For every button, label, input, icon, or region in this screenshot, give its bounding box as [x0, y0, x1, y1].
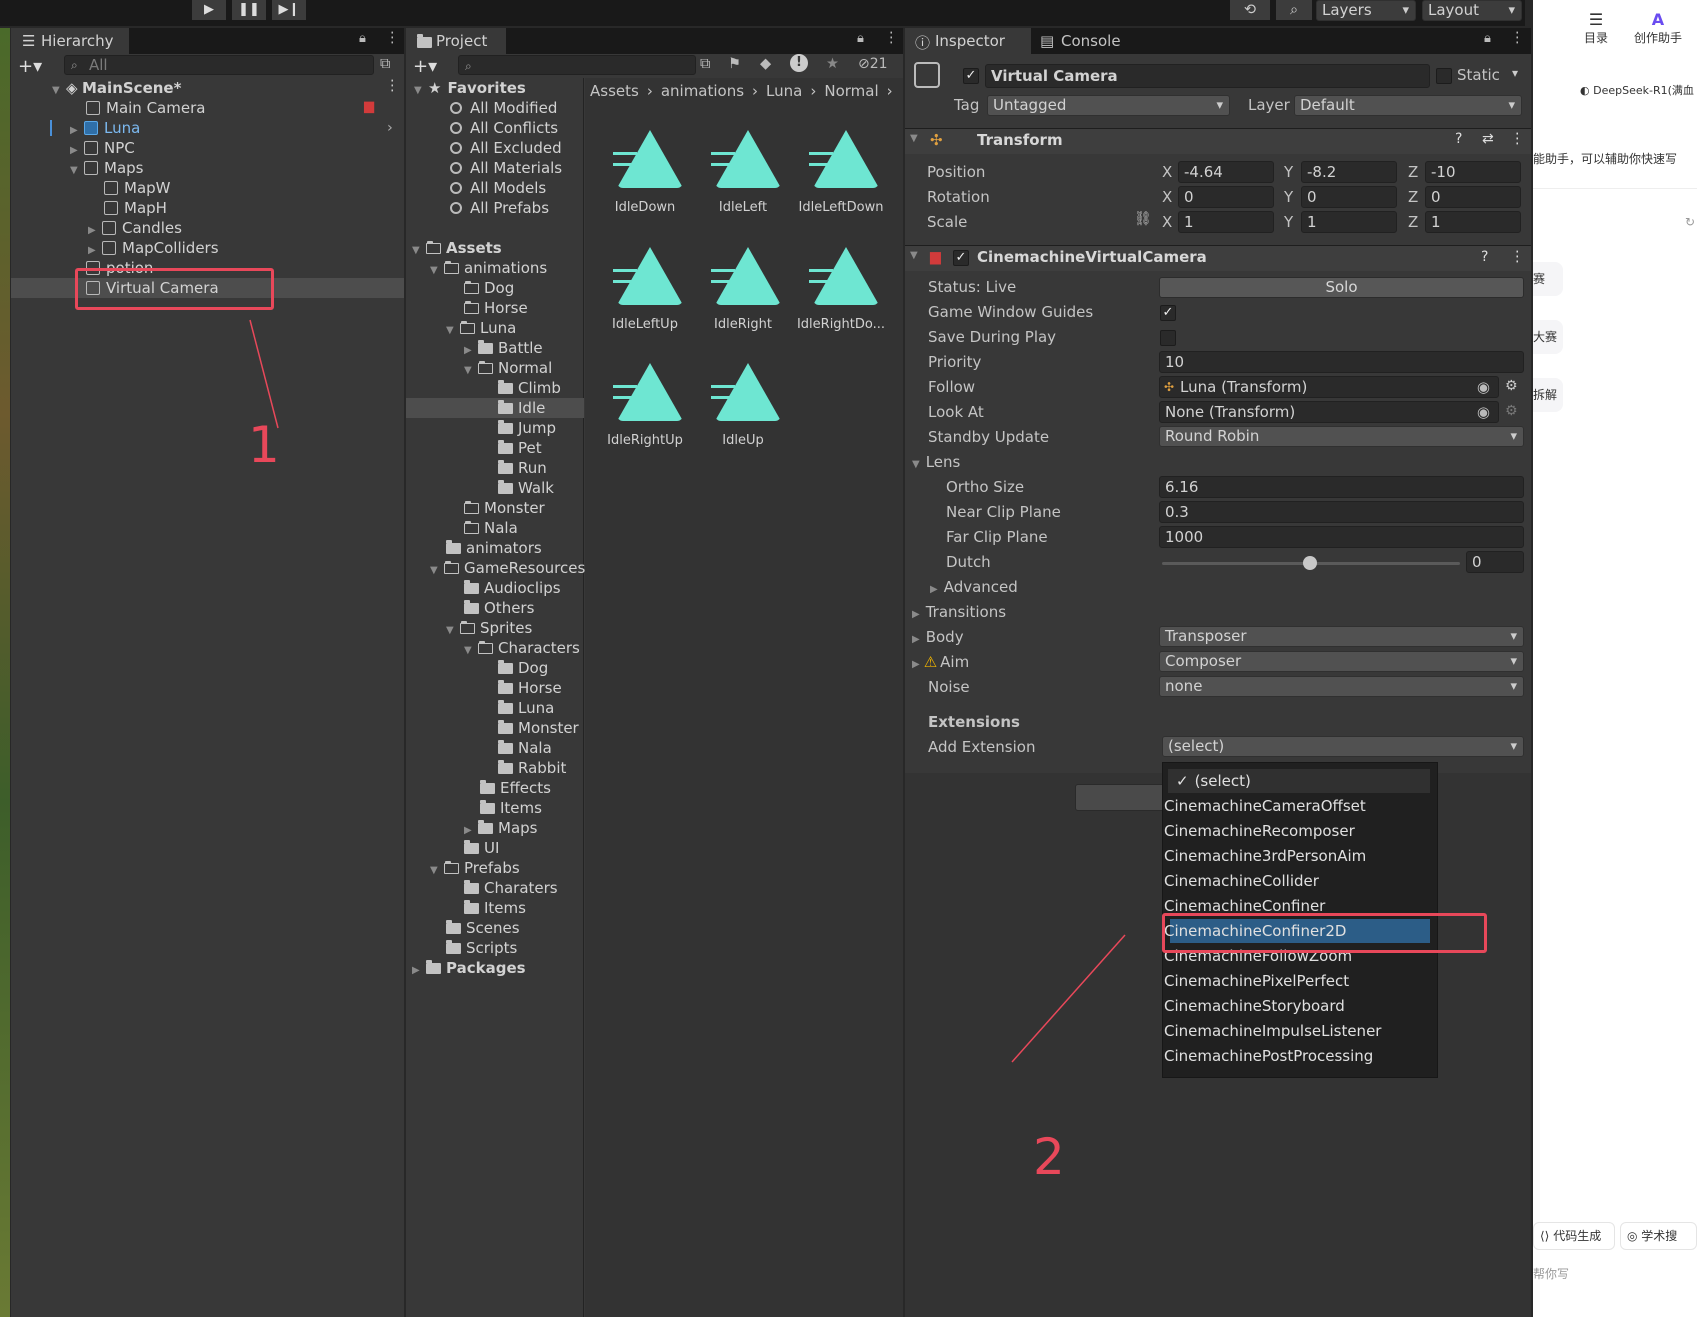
list-icon: ☰	[1588, 10, 1604, 29]
annotation-line-2	[1011, 934, 1126, 1063]
whale-icon: ◐	[1580, 84, 1594, 97]
chip[interactable]: 大赛	[1533, 320, 1563, 354]
annotation-line-1	[249, 319, 279, 429]
code-gen-chip[interactable]: ⟨⟩ 代码生成	[1533, 1222, 1615, 1250]
assistant-label: 创作助手	[1633, 31, 1682, 45]
academic-icon: ◎	[1627, 1229, 1642, 1243]
assistant-text: 能助手，可以辅助你快速写	[1533, 152, 1678, 166]
browser-sidebar	[1533, 0, 1697, 1317]
chat-input-placeholder[interactable]: 帮你写	[1533, 1265, 1569, 1282]
toc-label: 目录	[1583, 31, 1608, 45]
divider	[1533, 188, 1697, 189]
chip[interactable]: 赛	[1533, 262, 1563, 296]
code-icon: ⟨⟩	[1540, 1229, 1554, 1243]
annotation-arrows	[249, 319, 1126, 1063]
assistant-button[interactable]: A 创作助手	[1628, 10, 1688, 46]
toc-button[interactable]: ☰ 目录	[1576, 10, 1616, 46]
chip[interactable]: 拆解	[1533, 378, 1563, 412]
annotation-number-2: 2	[1033, 1128, 1065, 1186]
model-label: ◐ DeepSeek-R1(满血	[1580, 84, 1694, 97]
refresh-icon[interactable]: ↻	[1685, 215, 1695, 229]
assistant-logo-icon: A	[1651, 10, 1665, 29]
annotation-number-1: 1	[248, 416, 280, 474]
academic-search-chip[interactable]: ◎ 学术搜	[1620, 1222, 1697, 1250]
